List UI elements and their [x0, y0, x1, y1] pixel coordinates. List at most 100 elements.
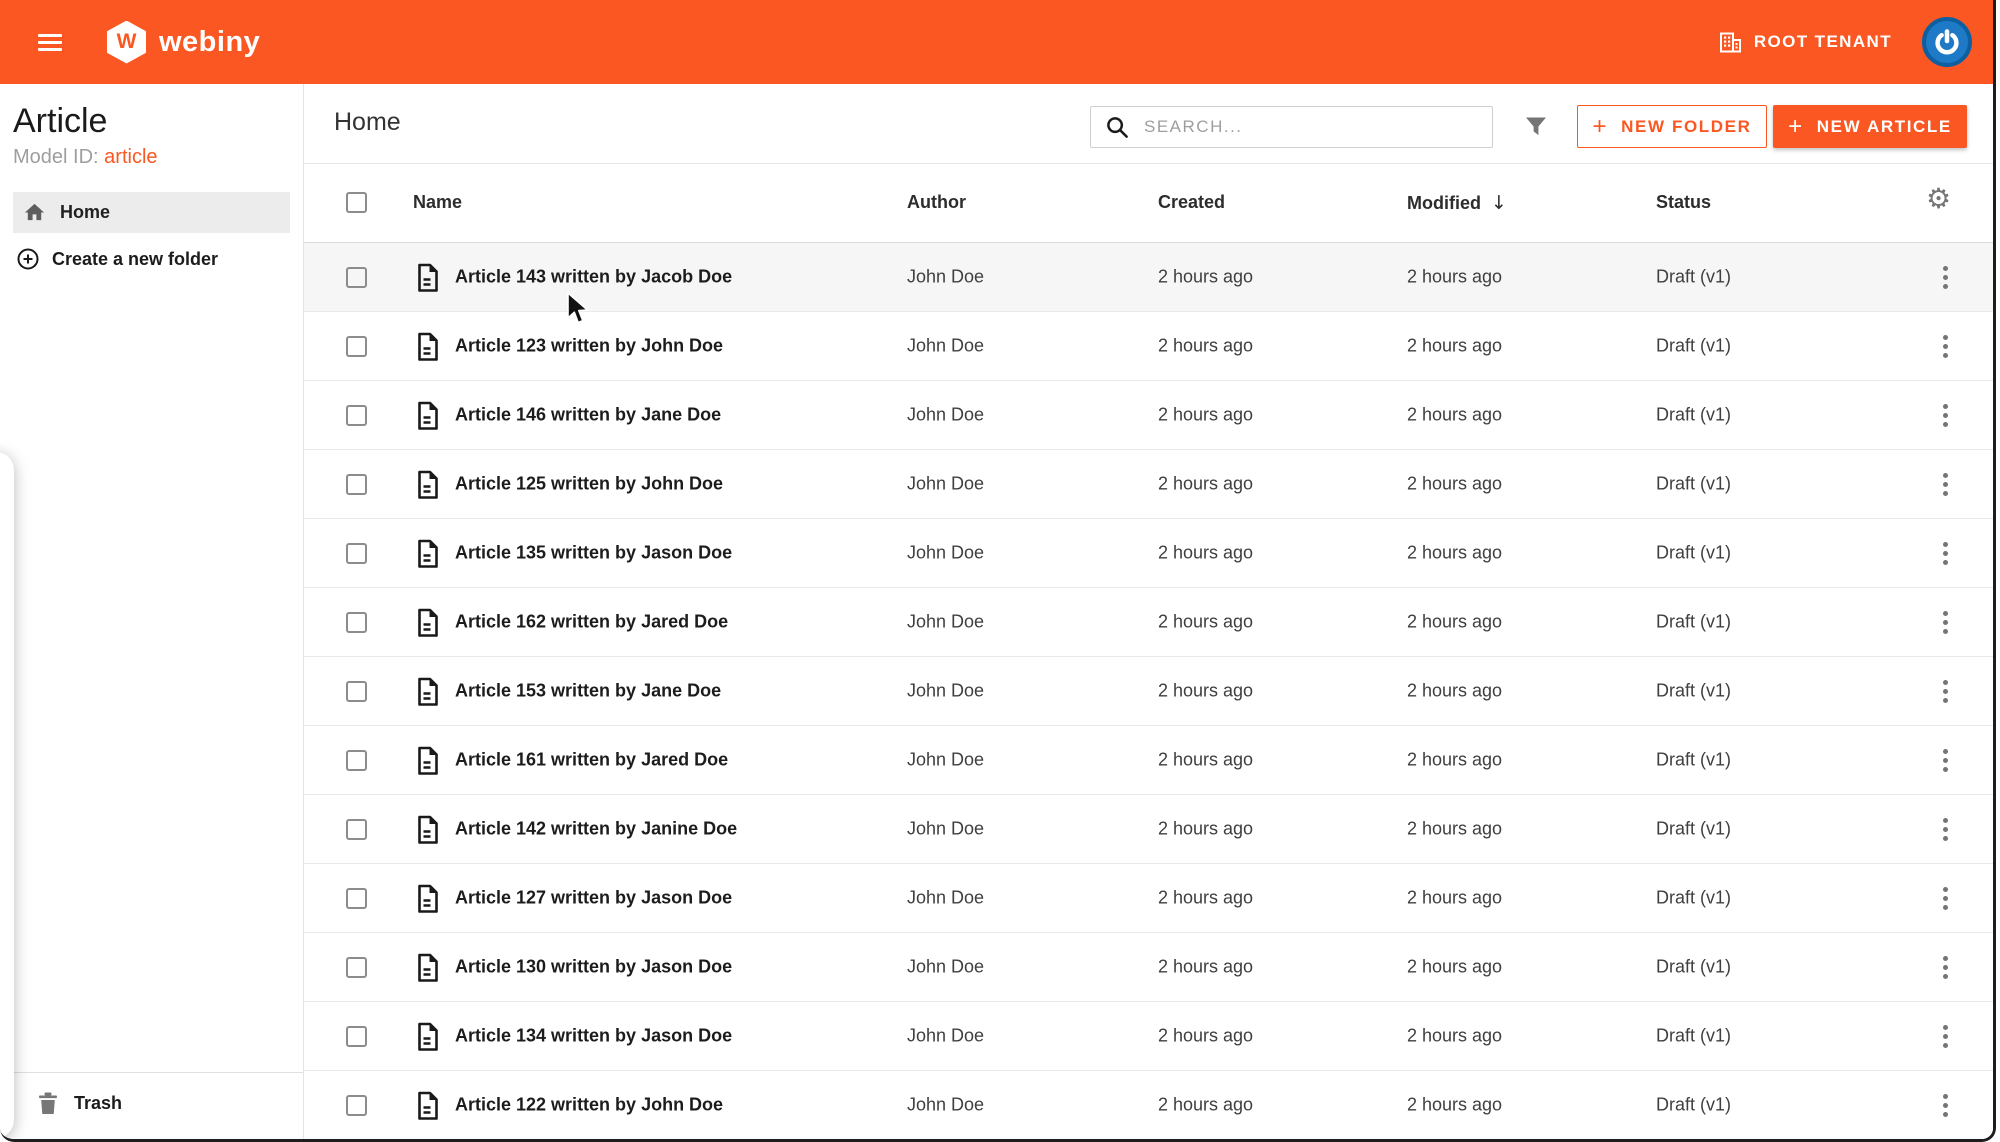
filter-button[interactable] — [1518, 108, 1554, 144]
table-settings-gear-icon[interactable]: ⚙ — [1926, 182, 1951, 215]
created-cell: 2 hours ago — [1158, 887, 1254, 908]
table-row[interactable]: Article 130 written by Jason Doe John Do… — [304, 933, 1993, 1002]
author-cell: John Doe — [907, 473, 985, 494]
article-name-link[interactable]: Article 122 written by John Doe — [455, 1095, 723, 1116]
webiny-logo[interactable]: W webiny — [107, 20, 260, 64]
row-actions-menu[interactable] — [1934, 951, 1956, 983]
topbar-right-group: ROOT TENANT — [1719, 17, 1972, 67]
table-row[interactable]: Article 135 written by Jason Doe John Do… — [304, 519, 1993, 588]
document-icon — [416, 677, 440, 712]
row-actions-menu[interactable] — [1934, 330, 1956, 362]
row-actions-menu[interactable] — [1934, 468, 1956, 500]
article-name-link[interactable]: Article 125 written by John Doe — [455, 474, 723, 495]
sidebar: Article Model ID: article Home Create a … — [0, 84, 304, 1139]
trash-label: Trash — [74, 1092, 123, 1113]
article-name-link[interactable]: Article 162 written by Jared Doe — [455, 612, 728, 633]
user-avatar[interactable] — [1922, 17, 1972, 67]
article-name-link[interactable]: Article 161 written by Jared Doe — [455, 750, 728, 771]
breadcrumb: Home — [334, 108, 401, 136]
modified-label: Modified — [1407, 192, 1481, 213]
new-folder-button[interactable]: + NEW FOLDER — [1577, 105, 1767, 148]
created-cell: 2 hours ago — [1158, 473, 1254, 494]
webiny-hexagon-icon: W — [107, 20, 146, 64]
document-icon — [416, 470, 440, 505]
document-icon — [416, 884, 440, 919]
table-row[interactable]: Article 153 written by Jane Doe John Doe… — [304, 657, 1993, 726]
create-folder-button[interactable]: Create a new folder — [16, 247, 218, 271]
row-checkbox[interactable] — [346, 474, 367, 495]
row-checkbox[interactable] — [346, 543, 367, 564]
row-checkbox[interactable] — [346, 1095, 367, 1116]
row-checkbox[interactable] — [346, 405, 367, 426]
modified-cell: 2 hours ago — [1407, 956, 1503, 977]
article-name-link[interactable]: Article 146 written by Jane Doe — [455, 405, 721, 426]
model-id-link[interactable]: article — [104, 146, 157, 168]
modified-cell: 2 hours ago — [1407, 404, 1503, 425]
article-name-link[interactable]: Article 143 written by Jacob Doe — [455, 267, 732, 288]
article-name-link[interactable]: Article 135 written by Jason Doe — [455, 543, 732, 564]
row-actions-menu[interactable] — [1934, 261, 1956, 293]
modified-cell: 2 hours ago — [1407, 818, 1503, 839]
status-cell: Draft (v1) — [1656, 335, 1732, 356]
column-header-modified[interactable]: Modified ↓ — [1407, 192, 1507, 214]
row-checkbox[interactable] — [346, 612, 367, 633]
article-name-link[interactable]: Article 142 written by Janine Doe — [455, 819, 737, 840]
row-actions-menu[interactable] — [1934, 537, 1956, 569]
status-cell: Draft (v1) — [1656, 680, 1732, 701]
article-name-link[interactable]: Article 134 written by Jason Doe — [455, 1026, 732, 1047]
column-header-author[interactable]: Author — [907, 192, 966, 213]
created-cell: 2 hours ago — [1158, 749, 1254, 770]
article-name-link[interactable]: Article 153 written by Jane Doe — [455, 681, 721, 702]
row-actions-menu[interactable] — [1934, 813, 1956, 845]
row-checkbox[interactable] — [346, 888, 367, 909]
row-checkbox[interactable] — [346, 267, 367, 288]
table-row[interactable]: Article 123 written by John Doe John Doe… — [304, 312, 1993, 381]
row-checkbox[interactable] — [346, 1026, 367, 1047]
new-article-button[interactable]: + NEW ARTICLE — [1773, 105, 1967, 148]
table-row[interactable]: Article 143 written by Jacob Doe John Do… — [304, 243, 1993, 312]
article-name-link[interactable]: Article 130 written by Jason Doe — [455, 957, 732, 978]
modified-cell: 2 hours ago — [1407, 473, 1503, 494]
row-actions-menu[interactable] — [1934, 675, 1956, 707]
row-checkbox[interactable] — [346, 819, 367, 840]
row-actions-menu[interactable] — [1934, 1020, 1956, 1052]
tenant-selector[interactable]: ROOT TENANT — [1719, 31, 1892, 54]
column-header-status[interactable]: Status — [1656, 192, 1711, 213]
search-input[interactable] — [1144, 117, 1474, 137]
author-cell: John Doe — [907, 611, 985, 632]
table-row[interactable]: Article 142 written by Janine Doe John D… — [304, 795, 1993, 864]
created-cell: 2 hours ago — [1158, 266, 1254, 287]
table-row[interactable]: Article 122 written by John Doe John Doe… — [304, 1071, 1993, 1139]
power-icon — [1935, 29, 1959, 55]
trash-button[interactable]: Trash — [38, 1091, 122, 1115]
created-cell: 2 hours ago — [1158, 680, 1254, 701]
row-actions-menu[interactable] — [1934, 399, 1956, 431]
menu-hamburger-icon[interactable] — [38, 30, 62, 55]
table-row[interactable]: Article 125 written by John Doe John Doe… — [304, 450, 1993, 519]
row-actions-menu[interactable] — [1934, 606, 1956, 638]
status-cell: Draft (v1) — [1656, 749, 1732, 770]
row-actions-menu[interactable] — [1934, 882, 1956, 914]
row-checkbox[interactable] — [346, 750, 367, 771]
table-row[interactable]: Article 162 written by Jared Doe John Do… — [304, 588, 1993, 657]
table-row[interactable]: Article 127 written by Jason Doe John Do… — [304, 864, 1993, 933]
row-actions-menu[interactable] — [1934, 1089, 1956, 1121]
column-header-created[interactable]: Created — [1158, 192, 1225, 213]
row-actions-menu[interactable] — [1934, 744, 1956, 776]
modified-cell: 2 hours ago — [1407, 749, 1503, 770]
row-checkbox[interactable] — [346, 681, 367, 702]
row-checkbox[interactable] — [346, 336, 367, 357]
modified-cell: 2 hours ago — [1407, 335, 1503, 356]
article-name-link[interactable]: Article 123 written by John Doe — [455, 336, 723, 357]
table-row[interactable]: Article 161 written by Jared Doe John Do… — [304, 726, 1993, 795]
sidebar-item-home[interactable]: Home — [13, 192, 290, 233]
select-all-checkbox[interactable] — [346, 192, 367, 213]
status-cell: Draft (v1) — [1656, 887, 1732, 908]
row-checkbox[interactable] — [346, 957, 367, 978]
model-id-line: Model ID: article — [13, 146, 158, 169]
article-name-link[interactable]: Article 127 written by Jason Doe — [455, 888, 732, 909]
table-row[interactable]: Article 146 written by Jane Doe John Doe… — [304, 381, 1993, 450]
table-row[interactable]: Article 134 written by Jason Doe John Do… — [304, 1002, 1993, 1071]
document-icon — [416, 953, 440, 988]
column-header-name[interactable]: Name — [413, 192, 462, 213]
